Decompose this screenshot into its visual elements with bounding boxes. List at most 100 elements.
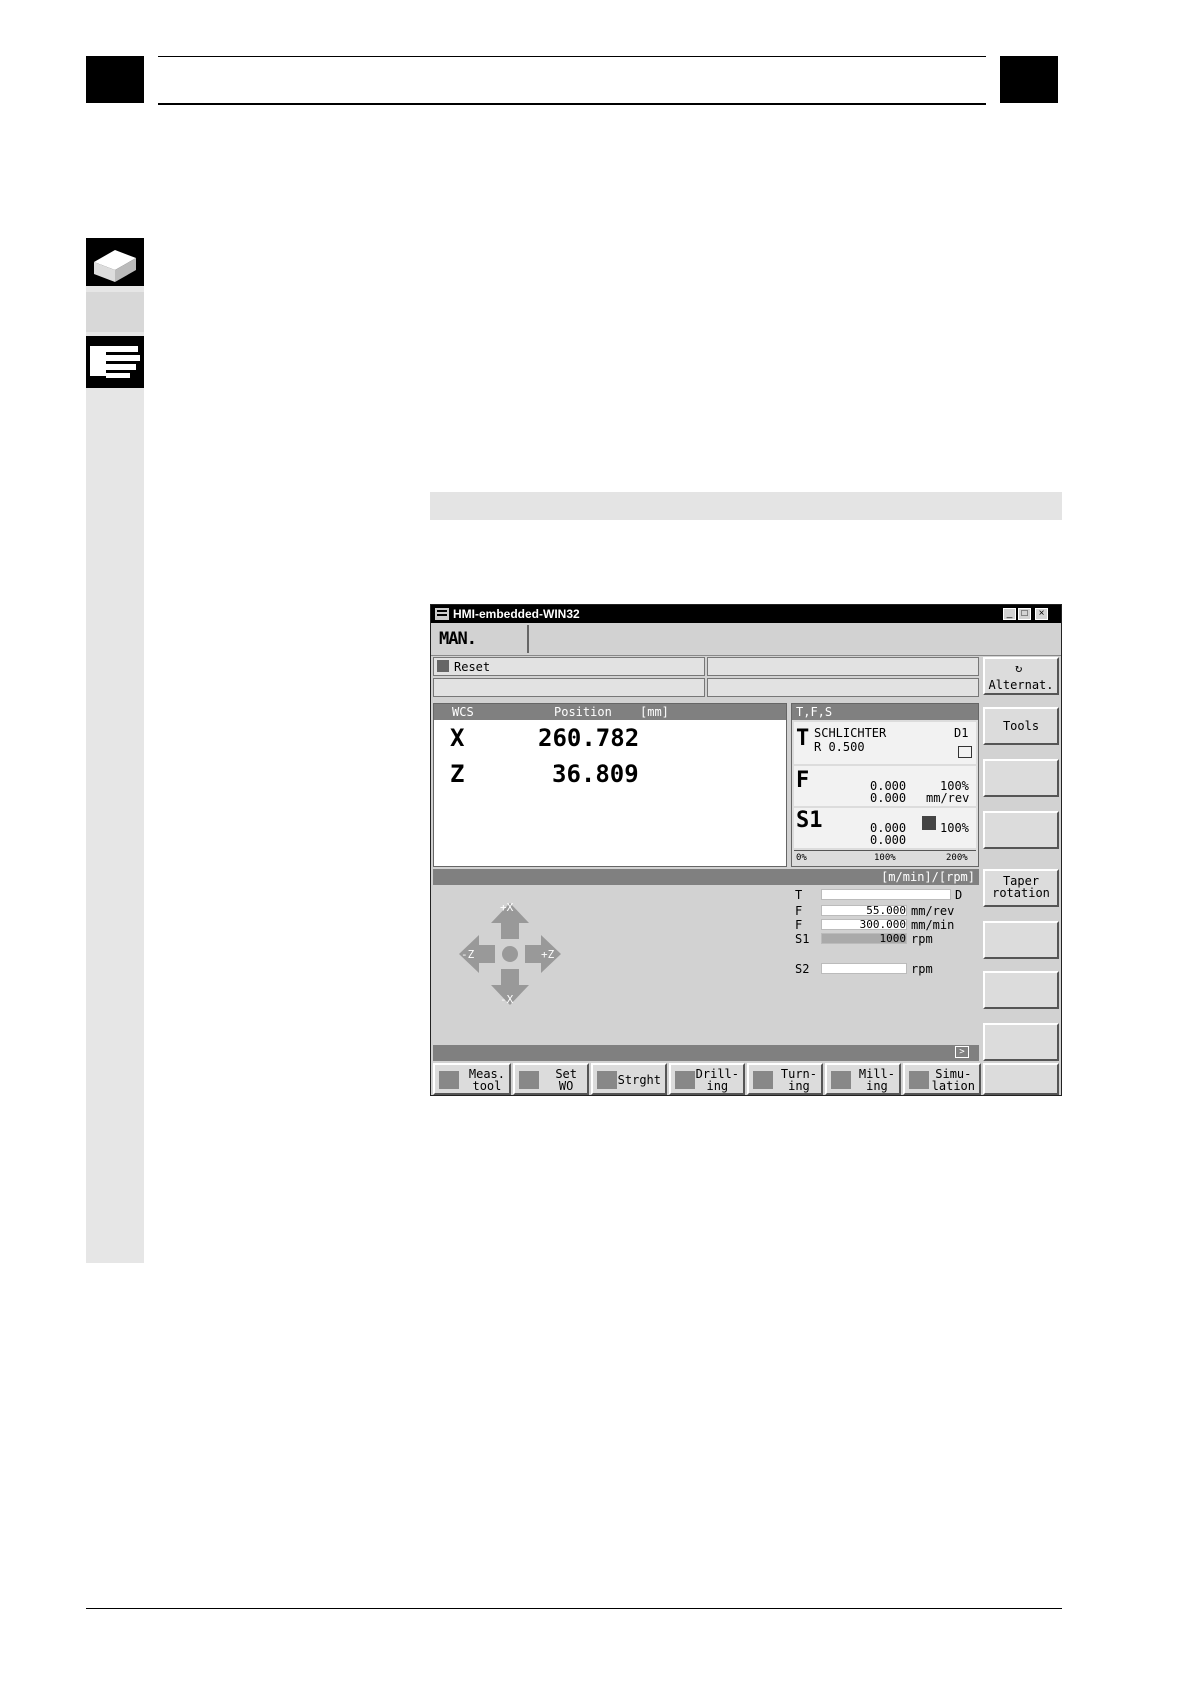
s-value-2: 0.000 <box>870 833 907 847</box>
window-title: HMI-embedded-WIN32 <box>453 607 580 621</box>
softkey-simulation-label: Simu-lation <box>931 1067 975 1093</box>
reset-status: Reset <box>454 660 491 674</box>
override-scale: 0% 100% 200% <box>794 850 976 865</box>
drilling-icon <box>675 1071 695 1089</box>
d-label: D1 <box>954 726 969 740</box>
close-button[interactable]: × <box>1035 608 1048 620</box>
jog-minus-x[interactable]: -X <box>500 993 513 1006</box>
softkey-v6[interactable] <box>983 921 1059 959</box>
softkey-taper-rotation[interactable]: Taper rotation <box>983 869 1059 907</box>
jog-row-s2-field[interactable] <box>821 963 907 974</box>
tool-block: T SCHLICHTER R 0.500 D1 <box>794 722 976 764</box>
mode-indicator: MAN. <box>433 625 529 653</box>
jog-minus-z[interactable]: -Z <box>461 948 474 961</box>
softkey-drilling-label: Drill-ing <box>695 1067 739 1093</box>
jog-row-t-field[interactable] <box>821 889 951 900</box>
feed-block: F 0.000 0.000 100% mm/rev <box>794 766 976 806</box>
softkey-alternat[interactable]: ↻ Alternat. <box>983 657 1059 695</box>
hand-pointer-icon <box>86 336 144 388</box>
softkey-tools[interactable]: Tools <box>983 707 1059 745</box>
axis-z-value: 36.809 <box>552 760 639 788</box>
maximize-button[interactable]: □ <box>1018 608 1031 620</box>
jog-row-s1-field[interactable]: 1000 <box>821 933 907 944</box>
softkey-set-wo-label: Set WO <box>555 1067 577 1093</box>
axis-x-value: 260.782 <box>538 724 640 752</box>
jog-row-f1-label: F <box>795 904 803 918</box>
wcs-label: WCS <box>452 705 474 719</box>
workpiece-cube-icon <box>86 238 144 286</box>
status-line-1: Reset <box>433 657 705 676</box>
softkey-milling[interactable]: Mill-ing <box>825 1063 901 1095</box>
jog-row-s2-label: S2 <box>795 962 810 976</box>
jog-unit: [m/min]/[rpm] <box>881 870 975 884</box>
sidebar-gap <box>86 292 144 332</box>
softkey-meas-tool[interactable]: Meas. tool <box>433 1063 511 1095</box>
set-wo-icon <box>519 1071 539 1089</box>
header-bottom-rule <box>158 103 986 105</box>
jog-plus-x[interactable]: +X <box>500 901 513 914</box>
jog-plus-z[interactable]: +Z <box>541 948 554 961</box>
turning-icon <box>753 1071 773 1089</box>
wcs-header: WCS Position [mm] <box>434 704 786 720</box>
softkey-strght[interactable]: Strght <box>591 1063 667 1095</box>
scale-200: 200% <box>946 853 968 863</box>
jog-row-f2-label: F <box>795 918 803 932</box>
header-top-rule <box>158 56 986 57</box>
minimize-button[interactable]: _ <box>1003 608 1016 620</box>
softkey-v4[interactable] <box>983 811 1059 849</box>
simulation-icon <box>909 1071 929 1089</box>
softkey-v7[interactable] <box>983 971 1059 1009</box>
rotate-icon: ↻ <box>1015 661 1023 675</box>
wcs-position-panel: WCS Position [mm] X 260.782 Z 36.809 <box>433 703 787 867</box>
title-bar: HMI-embedded-WIN32 _ □ × <box>431 605 1061 623</box>
header-left-block <box>86 56 144 103</box>
scale-100: 100% <box>874 853 896 863</box>
softkey-h8[interactable] <box>983 1063 1059 1095</box>
status-line-4 <box>707 678 979 697</box>
tfs-header: T,F,S <box>792 704 978 720</box>
tfs-panel: T,F,S T SCHLICHTER R 0.500 D1 F 0.000 0.… <box>791 703 979 867</box>
axis-z-name: Z <box>450 760 465 788</box>
softkey-simulation[interactable]: Simu-lation <box>903 1063 981 1095</box>
jog-row-f1-field[interactable]: 55.000 <box>821 905 907 916</box>
scale-0: 0% <box>796 853 807 863</box>
softkey-drilling[interactable]: Drill-ing <box>669 1063 745 1095</box>
hmi-window: HMI-embedded-WIN32 _ □ × MAN. Reset WCS … <box>430 604 1062 1096</box>
jog-row-f2-field[interactable]: 300.000 <box>821 919 907 930</box>
unit-label: [mm] <box>640 705 669 719</box>
softkey-meas-tool-label: Meas. tool <box>468 1067 505 1093</box>
s1-label: S1 <box>796 808 823 833</box>
softkey-alternat-label: Alternat. <box>988 678 1054 692</box>
jog-row-f1-unit: mm/rev <box>911 904 955 918</box>
recall-bar: > <box>433 1045 979 1061</box>
s-percent: 100% <box>940 821 969 835</box>
meas-tool-icon <box>439 1071 459 1089</box>
app-icon <box>435 608 449 620</box>
jog-header: [m/min]/[rpm] <box>433 869 979 885</box>
softkey-v3[interactable] <box>983 759 1059 797</box>
page-sidebar <box>86 238 144 1263</box>
etc-arrow-icon[interactable]: > <box>955 1046 969 1058</box>
milling-icon <box>831 1071 851 1089</box>
jog-row-s1-label: S1 <box>795 932 810 946</box>
header-right-block <box>1000 56 1058 103</box>
softkey-v8[interactable] <box>983 1023 1059 1061</box>
softkey-set-wo[interactable]: Set WO <box>513 1063 589 1095</box>
mode-bar: MAN. <box>431 623 1061 656</box>
section-gray-band <box>430 492 1062 520</box>
f-unit: mm/rev <box>926 791 970 805</box>
softkey-turning-label: Turn-ing <box>780 1067 817 1093</box>
softkey-turning[interactable]: Turn-ing <box>747 1063 823 1095</box>
axis-x-name: X <box>450 724 465 752</box>
spindle-direction-icon <box>922 816 936 830</box>
softkey-milling-label: Mill-ing <box>858 1067 895 1093</box>
jog-row-t-unit: D <box>955 888 963 902</box>
f-label: F <box>796 768 810 793</box>
jog-row-t-label: T <box>795 888 803 902</box>
position-label: Position <box>554 705 612 719</box>
jog-row-s1-unit: rpm <box>911 932 933 946</box>
spindle-block: S1 0.000 0.000 100% <box>794 808 976 848</box>
tool-name: SCHLICHTER <box>814 726 887 740</box>
status-line-3 <box>433 678 705 697</box>
jog-row-s2-unit: rpm <box>911 962 933 976</box>
